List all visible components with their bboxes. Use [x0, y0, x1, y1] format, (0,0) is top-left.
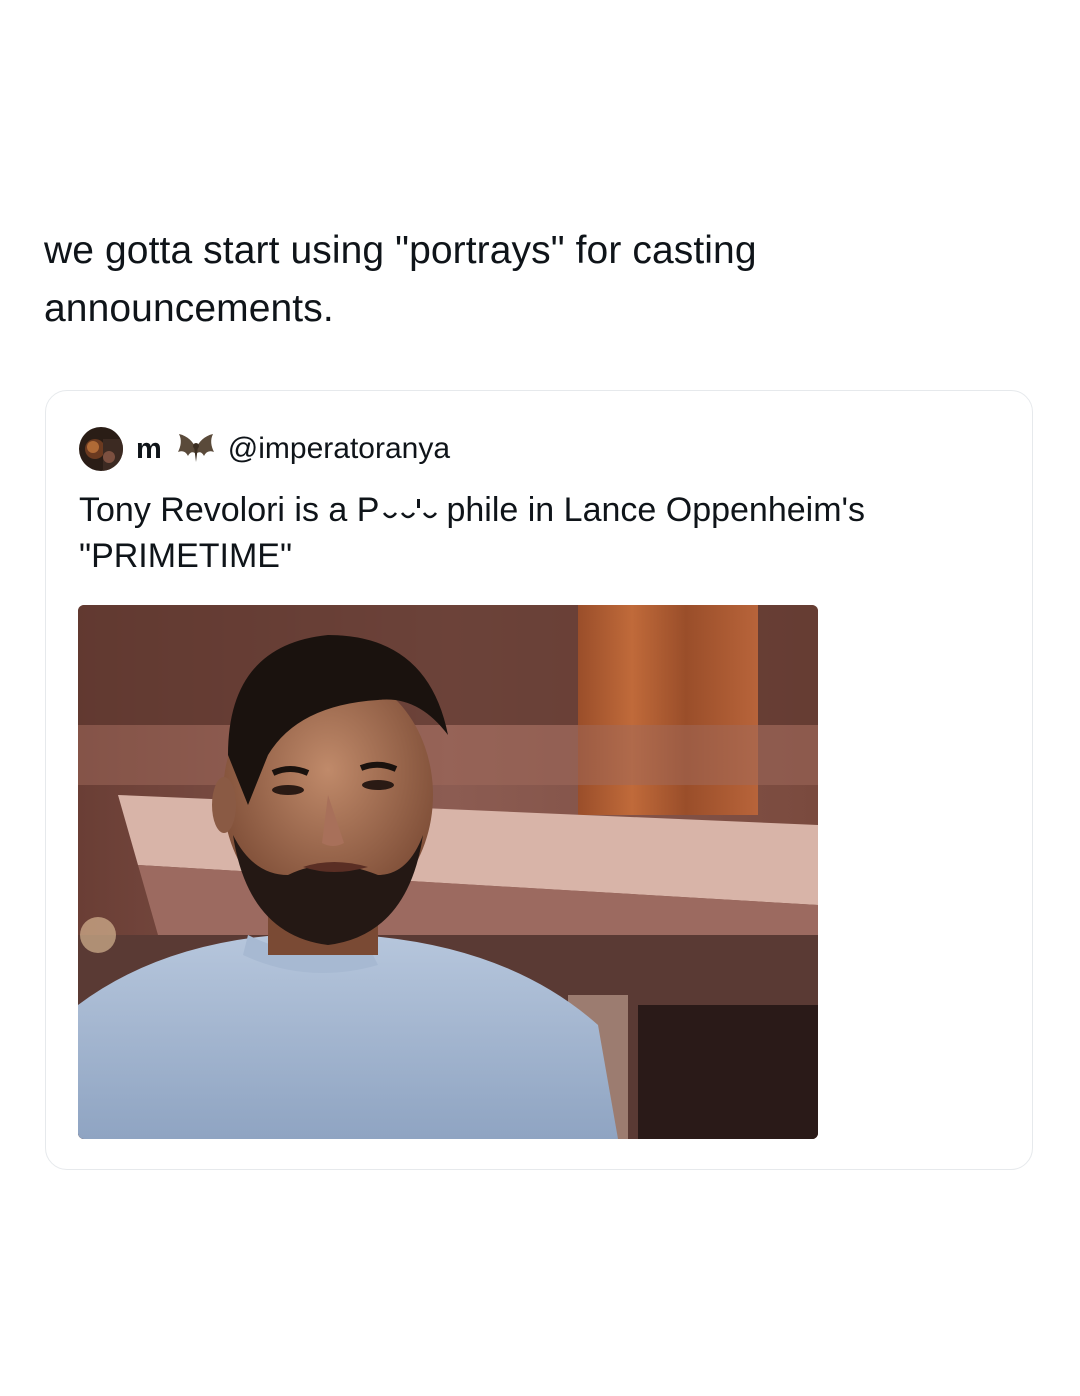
censored-word-fragment — [380, 489, 446, 519]
quoted-tweet-header: m @imperatoranya — [79, 427, 450, 471]
post-text: we gotta start using "portrays" for cast… — [44, 229, 757, 330]
bat-icon — [176, 432, 216, 466]
quoted-tweet-text: Tony Revolori is a Pphile in Lance Oppen… — [79, 487, 999, 579]
tweet-media-image[interactable] — [78, 605, 818, 1139]
avatar[interactable] — [79, 427, 123, 471]
quoted-text-before: Tony Revolori is a — [79, 491, 357, 529]
censored-start: P — [356, 491, 380, 529]
post-container: we gotta start using "portrays" for cast… — [0, 0, 1080, 1396]
quoted-tweet-card[interactable]: m @imperatoranya Tony Revolori is a Pphi… — [45, 390, 1033, 1170]
display-name[interactable]: m — [136, 433, 162, 466]
user-handle[interactable]: @imperatoranya — [228, 432, 450, 466]
